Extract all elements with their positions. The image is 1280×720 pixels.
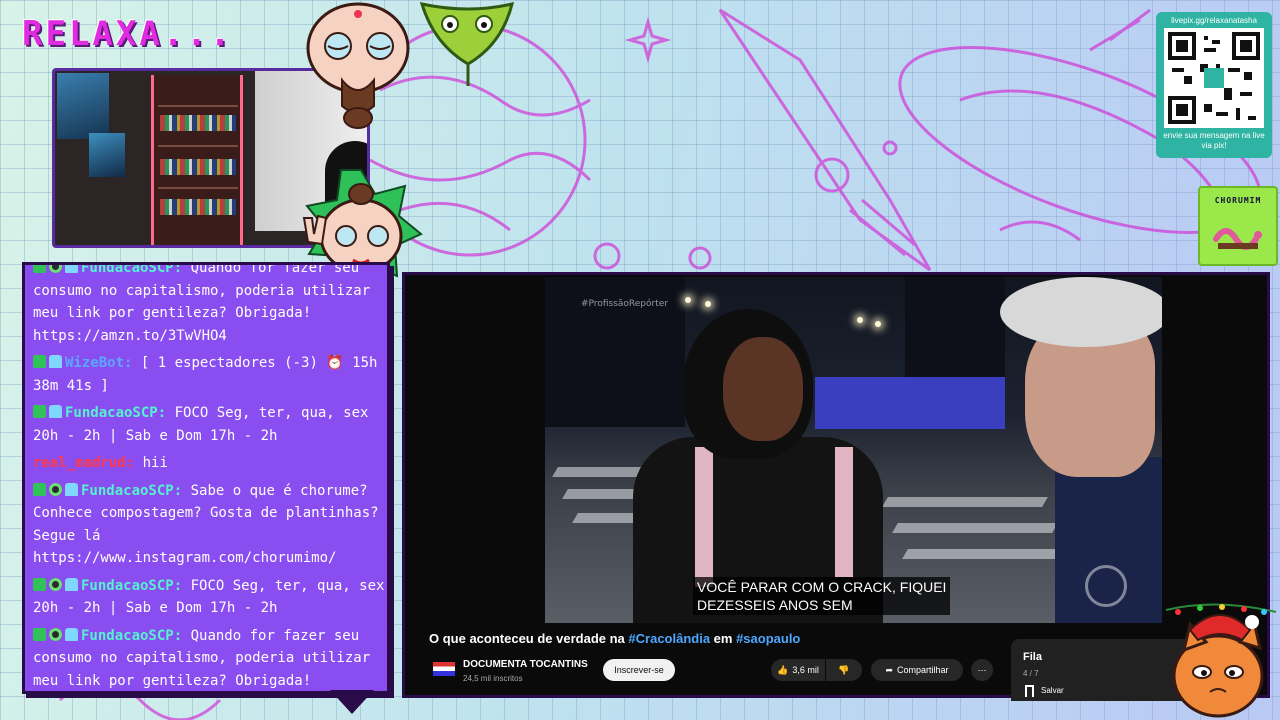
chat-bubble-tail [330,690,374,714]
mascot-sticker-plant [419,1,515,86]
broadcaster-logo-icon [1085,565,1127,607]
street-light [705,301,711,307]
chat-username[interactable]: FundacaoSCP: [81,628,182,644]
wall-poster [57,73,109,139]
alien-badge-icon [49,482,62,496]
stream-title: RELAXA... [22,14,234,54]
pix-caption: envie sua mensagem na live via pix! [1163,131,1265,150]
chat-message: FundacaoSCP: FOCO Seg, ter, qua, sex 20h… [33,575,385,620]
sword-badge-icon [33,627,46,641]
bot-badge-icon [49,355,62,368]
channel-name[interactable]: DOCUMENTA TOCANTINS [463,659,588,670]
title-text: em [710,631,737,646]
share-button[interactable]: ➦ Compartilhar [871,659,963,681]
chat-username[interactable]: FundacaoSCP: [81,265,182,276]
shelf-books [160,115,236,131]
sword-badge-icon [33,355,46,368]
like-button[interactable]: 👍 3,6 mil [771,659,825,681]
alien-badge-icon [49,577,62,591]
dislike-button[interactable]: 👎 [826,659,862,681]
more-options-button[interactable]: ⋯ [971,659,993,681]
alien-badge-icon [49,627,62,641]
chat-panel[interactable]: FundacaoSCP: Quando for fazer seu consum… [22,262,390,694]
alien-badge-icon [49,265,62,273]
thumbs-up-icon: 👍 [777,664,789,675]
backpack-strap [835,447,853,577]
bot-badge-icon [65,265,78,273]
crosswalk-stripe [882,497,1048,507]
bookshelf [151,75,243,245]
video-watermark: #ProfissãoRepórter [581,299,668,309]
queue-title: Fila [1023,651,1042,663]
video-player[interactable]: #ProfissãoRepórter VOCÊ PARAR COM O CRAC… [402,272,1270,701]
bot-badge-icon [65,627,78,641]
hashtag-link[interactable]: #Cracolândia [628,631,710,646]
cat-mascot-sticker [1165,603,1277,718]
more-dots-icon: ⋯ [977,664,987,675]
sword-badge-icon [33,265,46,273]
pix-qr-panel: livepix.gg/relaxanatasha envie sua mensa… [1156,12,1272,158]
blue-wall [815,377,1005,429]
crosswalk-stripe [892,523,1058,533]
bot-badge-icon [65,577,78,591]
reporter-hair [1000,277,1162,347]
chat-message: FundacaoSCP: Sabe o que é chorume? Conhe… [33,480,385,570]
subscribe-button[interactable]: Inscrever-se [603,659,675,681]
chat-message: FundacaoSCP: Quando for fazer seu consum… [33,625,385,692]
wall-poster [89,133,125,177]
shelf-books [160,199,236,215]
video-title[interactable]: O que aconteceu de verdade na #Cracolând… [429,631,800,646]
bot-badge-icon [65,482,78,496]
chat-username[interactable]: WizeBot: [65,355,132,371]
chat-message: real_madrud: hii [33,452,385,475]
chat-message-text: hii [142,455,168,471]
channel-avatar[interactable] [433,662,455,676]
save-label[interactable]: Salvar [1041,686,1064,695]
street-light [875,321,881,327]
interviewee-face [723,337,803,441]
shelf-row [158,105,238,107]
chat-message: FundacaoSCP: FOCO Seg, ter, qua, sex 20h… [33,402,385,447]
mascot-sticker-sleepy [306,2,410,129]
qr-code-icon[interactable] [1164,28,1264,128]
like-count: 3,6 mil [792,665,819,675]
shelf-row [158,187,238,189]
chat-message: FundacaoSCP: Quando for fazer seu consum… [33,265,385,347]
sword-badge-icon [33,482,46,496]
bot-badge-icon [49,405,62,418]
shelf-books [160,159,236,175]
backpack-strap [695,447,713,587]
street-light [857,317,863,323]
crosswalk-stripe [902,549,1068,559]
chat-username[interactable]: real_madrud: [33,455,134,471]
pix-url: livepix.gg/relaxanatasha [1171,16,1257,25]
queue-count: 4 / 7 [1023,669,1039,678]
bookmark-icon[interactable] [1025,685,1034,697]
sponsor-badge: CHORUMIM [1198,186,1278,266]
worm-mascot-icon [1213,228,1262,250]
chat-username[interactable]: FundacaoSCP: [81,483,182,499]
street-light [685,297,691,303]
shelf-row [158,145,238,147]
hashtag-link[interactable]: #saopaulo [736,631,800,646]
chat-message: WizeBot: [ 1 espectadores (-3) ⏰ 15h 38m… [33,352,385,397]
sponsor-name: CHORUMIM [1214,196,1262,205]
sword-badge-icon [33,577,46,591]
share-icon: ➦ [885,664,893,675]
video-frame-image: #ProfissãoRepórter VOCÊ PARAR COM O CRAC… [545,277,1162,623]
sword-badge-icon [33,405,46,418]
share-label: Compartilhar [897,665,949,675]
video-subtitle: VOCÊ PARAR COM O CRACK, FIQUEI DEZESSEIS… [693,577,951,615]
thumbs-down-icon: 👎 [838,664,850,675]
chat-message-list: FundacaoSCP: Quando for fazer seu consum… [33,265,385,692]
chat-username[interactable]: FundacaoSCP: [65,405,166,421]
title-text: O que aconteceu de verdade na [429,631,629,646]
subscriber-count: 24,5 mil inscritos [463,674,523,683]
chat-username[interactable]: FundacaoSCP: [81,578,182,594]
